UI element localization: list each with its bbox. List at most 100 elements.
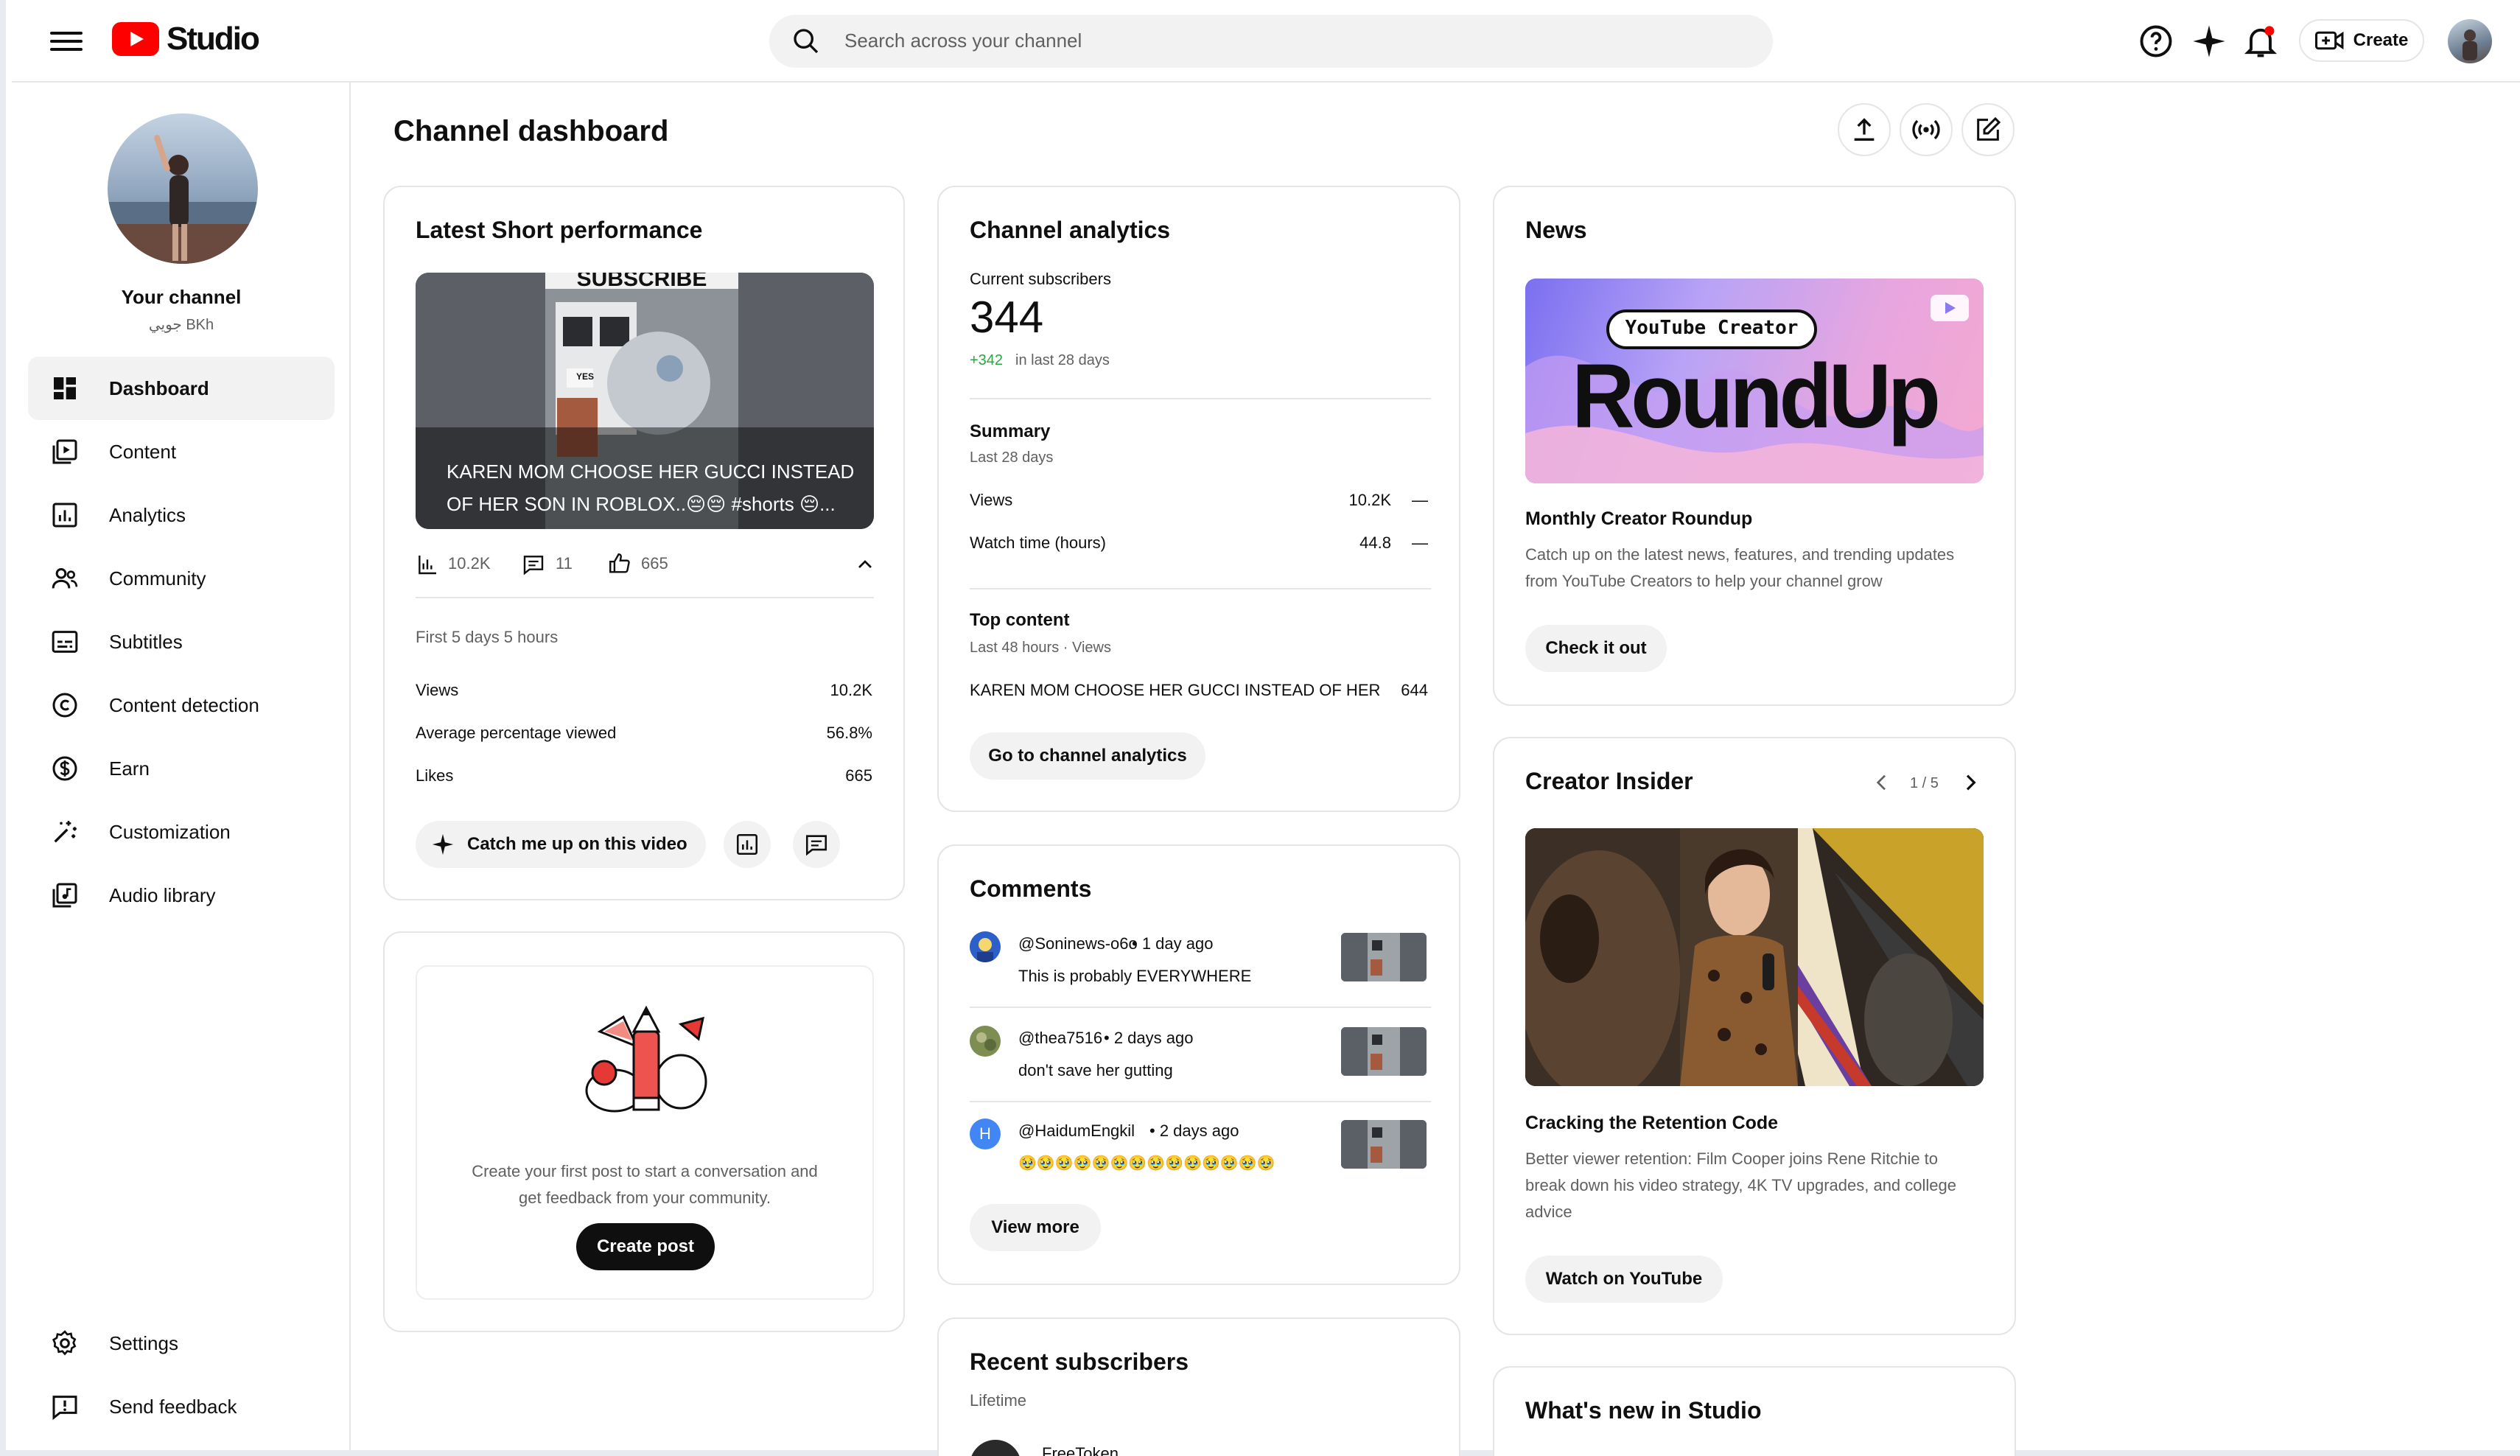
metric-label: Likes: [416, 766, 454, 785]
insider-headline[interactable]: Cracking the Retention Code: [1525, 1113, 1778, 1134]
channel-analytics-card: Channel analytics Current subscribers 34…: [937, 186, 1460, 812]
help-icon[interactable]: [2137, 22, 2175, 60]
channel-avatar[interactable]: [108, 113, 258, 264]
summary-value: 10.2K: [1348, 491, 1392, 509]
comment-item[interactable]: @Soninews-o6o • 1 day ago This is probab…: [970, 931, 1427, 1024]
short-thumbnail[interactable]: SUBSCRIBE YES KAREN MOM CHOOSE HER GUCCI…: [416, 273, 874, 529]
sidebar-item-customization[interactable]: Customization: [28, 800, 335, 864]
card-title: Comments: [970, 875, 1092, 902]
search-bar[interactable]: Search across your channel: [769, 15, 1773, 68]
sidebar-item-content-detection[interactable]: Content detection: [28, 673, 335, 737]
summary-value: 44.8: [1359, 533, 1391, 552]
sidebar-item-settings[interactable]: Settings: [28, 1312, 335, 1375]
create-button[interactable]: Create: [2299, 19, 2424, 62]
go-live-button[interactable]: [1900, 103, 1953, 156]
gear-icon: [49, 1327, 81, 1359]
sidebar-item-community[interactable]: Community: [28, 547, 335, 610]
sidebar-item-label: Subtitles: [109, 630, 183, 653]
insider-description-2: break down his video strategy, 4K TV upg…: [1525, 1176, 1956, 1194]
sidebar-item-label: Settings: [109, 1331, 178, 1354]
create-post-text-1: Create your first post to start a conver…: [472, 1162, 818, 1180]
sidebar-item-label: Customization: [109, 820, 231, 843]
comment-item[interactable]: H @HaidumEngkil • 2 days ago 🥹🥹🥹🥹🥹🥹🥹🥹🥹🥹🥹…: [970, 1119, 1427, 1211]
card-title: Latest Short performance: [416, 217, 703, 243]
create-post-button[interactable]: Create post: [576, 1223, 715, 1270]
sidebar-item-send-feedback[interactable]: Send feedback: [28, 1375, 335, 1438]
news-description-2: from YouTube Creators to help your chann…: [1525, 572, 1883, 590]
news-card: News YouTube Creator RoundUp Monthly Cre…: [1493, 186, 2016, 706]
divider: [970, 1101, 1431, 1102]
menu-icon[interactable]: [50, 27, 83, 56]
content-icon: [49, 435, 81, 468]
sidebar-bottom: Settings Send feedback: [28, 1312, 335, 1438]
dollar-icon: [49, 752, 81, 785]
comment-time: • 2 days ago: [1149, 1121, 1239, 1140]
insider-video-thumbnail[interactable]: [1525, 828, 1984, 1086]
catch-me-up-button[interactable]: Catch me up on this video: [416, 821, 706, 868]
metric-label: Average percentage viewed: [416, 724, 617, 742]
check-it-out-button[interactable]: Check it out: [1525, 625, 1667, 672]
sidebar-item-label: Audio library: [109, 883, 216, 906]
news-headline[interactable]: Monthly Creator Roundup: [1525, 508, 1752, 530]
community-icon: [49, 562, 81, 595]
video-comments-button[interactable]: [793, 821, 840, 868]
subscriber-avatar[interactable]: [970, 1440, 1021, 1456]
top-bar: Studio Search across your channel Create: [12, 0, 2520, 83]
commenter-name[interactable]: @Soninews-o6o: [1018, 934, 1138, 953]
top-content-title: Top content: [970, 610, 1070, 630]
create-label: Create: [2353, 30, 2409, 50]
period-label: First 5 days 5 hours: [416, 628, 559, 646]
pager-text: 1 / 5: [1910, 775, 1939, 791]
sparkle-icon[interactable]: [2190, 22, 2228, 60]
comment-video-thumbnail[interactable]: [1341, 1027, 1427, 1076]
chevron-up-icon[interactable]: [853, 553, 877, 576]
summary-label: Views: [970, 491, 1013, 509]
sidebar-item-dashboard[interactable]: Dashboard: [28, 357, 335, 420]
top-content-item[interactable]: KAREN MOM CHOOSE HER GUCCI INSTEAD OF HE…: [970, 681, 1382, 700]
upload-button[interactable]: [1838, 103, 1891, 156]
notifications-icon[interactable]: [2241, 22, 2280, 60]
comment-text: 🥹🥹🥹🥹🥹🥹🥹🥹🥹🥹🥹🥹🥹🥹: [1018, 1155, 1275, 1172]
like-icon: [609, 553, 630, 573]
commenter-name[interactable]: @thea7516: [1018, 1029, 1102, 1048]
sidebar-item-earn[interactable]: Earn: [28, 737, 335, 800]
commenter-name[interactable]: @HaidumEngkil: [1018, 1121, 1135, 1141]
sidebar-item-subtitles[interactable]: Subtitles: [28, 610, 335, 673]
insider-description-1: Better viewer retention: Film Cooper joi…: [1525, 1149, 1939, 1168]
commenter-avatar: [970, 1026, 1001, 1057]
news-image-label: YouTube Creator: [1625, 317, 1799, 339]
metric-value: 56.8%: [826, 724, 872, 742]
thumbnail-sign-text: YES: [576, 371, 595, 382]
studio-logo[interactable]: Studio: [112, 21, 260, 57]
comments-card: Comments @Soninews-o6o • 1 day ago This …: [937, 844, 1460, 1285]
comment-item[interactable]: @thea7516 • 2 days ago don't save her gu…: [970, 1026, 1427, 1119]
comment-video-thumbnail[interactable]: [1341, 1120, 1427, 1169]
sidebar-item-content[interactable]: Content: [28, 420, 335, 483]
subscriber-name[interactable]: FreeToken: [1042, 1444, 1119, 1456]
sidebar: Your channel جويي BKh Dashboard Content …: [12, 83, 351, 1450]
sidebar-item-audio-library[interactable]: Audio library: [28, 864, 335, 927]
channel-handle: جويي BKh: [148, 317, 214, 333]
comment-icon: [805, 835, 827, 856]
create-post-action-button[interactable]: [1961, 103, 2015, 156]
sidebar-item-analytics[interactable]: Analytics: [28, 483, 335, 547]
divider: [970, 1007, 1431, 1008]
logo-text: Studio: [167, 21, 260, 57]
analytics-icon: [49, 499, 81, 531]
comment-video-thumbnail[interactable]: [1341, 933, 1427, 981]
chevron-left-icon[interactable]: [1870, 771, 1894, 794]
watch-on-youtube-button[interactable]: Watch on YouTube: [1525, 1256, 1723, 1303]
channel-title[interactable]: Your channel: [12, 286, 351, 309]
dashboard-icon: [49, 372, 81, 405]
account-avatar[interactable]: [2448, 19, 2492, 63]
chevron-right-icon[interactable]: [1959, 771, 1982, 794]
video-analytics-button[interactable]: [724, 821, 771, 868]
go-to-analytics-button[interactable]: Go to channel analytics: [970, 732, 1205, 780]
view-more-button[interactable]: View more: [970, 1204, 1101, 1251]
news-image[interactable]: YouTube Creator RoundUp: [1525, 279, 1984, 483]
sidebar-item-label: Community: [109, 567, 206, 589]
search-input[interactable]: Search across your channel: [844, 29, 1082, 52]
recent-subscribers-card: Recent subscribers Lifetime FreeToken: [937, 1317, 1460, 1456]
summary-trend: —: [1412, 491, 1428, 509]
summary-trend: —: [1412, 533, 1428, 552]
